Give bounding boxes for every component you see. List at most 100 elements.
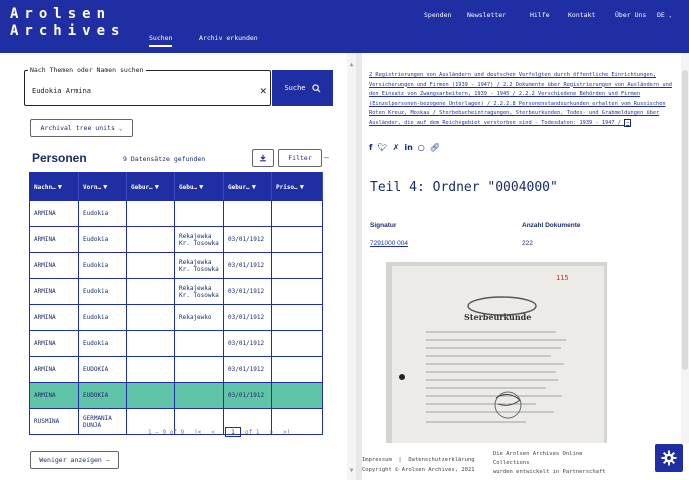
link-icon[interactable]: 🔗︎: [430, 143, 440, 152]
copyright-text: Copyright © Arolsen Archives, 2021: [362, 467, 475, 473]
copy-icon[interactable]: −: [624, 118, 632, 127]
table-cell: Rekajewka Kr. Tosowka: [174, 252, 224, 279]
table-header-row: Nachn… ▼ Vorn… ▼ Gebur… ▼ Gebu… ▼ Gebur… ▼ Pr…: [29, 172, 323, 201]
arolsen-logo[interactable]: Arolsen Archives: [10, 6, 125, 40]
linkedin-icon[interactable]: in: [404, 143, 412, 152]
search-input[interactable]: Eudokia Armina: [32, 87, 91, 95]
panel-divider[interactable]: [356, 53, 362, 480]
table-cell: ARMINA: [29, 382, 79, 409]
collapse-filter-icon[interactable]: —: [324, 153, 329, 162]
table-cell: ARMINA: [29, 200, 79, 227]
impressum-link[interactable]: Impressum: [362, 457, 392, 463]
settings-button[interactable]: [655, 444, 683, 472]
table-row[interactable]: ARMINA Eudokia Rekajewka Kr. Tosowka 03/01/…: [29, 252, 323, 279]
search-button-label: Suche: [284, 84, 306, 92]
table-cell: [126, 330, 175, 357]
first-page-icon[interactable]: |<: [194, 429, 201, 436]
table-cell: [126, 200, 175, 227]
column-header-prisoner-number[interactable]: Priso… ▼: [271, 172, 323, 201]
table-cell: Rekajewka Kr. Tosowka: [174, 278, 224, 305]
language-selector[interactable]: DE ⌄: [657, 11, 672, 19]
tab-archiv-erkunden[interactable]: Archiv erkunden: [199, 34, 258, 42]
table-cell: 03/01/1912: [223, 382, 272, 409]
table-cell: [271, 382, 323, 409]
table-cell: GERMANIA DUNJA: [78, 408, 127, 435]
last-page-icon[interactable]: >|: [283, 429, 290, 436]
column-header-vorname[interactable]: Vorn… ▼: [78, 172, 127, 201]
search-button[interactable]: Suche: [272, 70, 333, 106]
scroll-up-icon[interactable]: ▲: [347, 60, 356, 69]
table-row[interactable]: ARMINA Eudokia 03/01/1912: [29, 330, 323, 357]
table-cell: ARMINA: [29, 330, 79, 357]
column-header-geburtsname[interactable]: Gebur… ▼: [126, 172, 175, 201]
table-cell: [271, 278, 323, 305]
page-of-text: of 1: [244, 428, 260, 436]
chevron-down-icon: ⌄: [118, 124, 123, 132]
datenschutz-link[interactable]: Datenschutzerklärung: [408, 457, 474, 463]
column-header-nachname[interactable]: Nachn… ▼: [29, 172, 79, 201]
footer-right-line: wurden entwickelt in Partnerschaft: [493, 469, 606, 475]
filter-icon: ▼: [251, 182, 256, 191]
table-cell: [223, 200, 272, 227]
download-button[interactable]: [252, 149, 274, 167]
filter-icon: ▼: [57, 182, 62, 191]
nav-spenden[interactable]: Spenden: [424, 11, 451, 19]
prev-page-icon[interactable]: <: [211, 429, 215, 436]
page-number-input[interactable]: 1: [224, 427, 241, 437]
table-cell: ARMINA: [29, 252, 79, 279]
table-cell: Eudokia: [78, 200, 127, 227]
footer-right: Die Arolsen Archives Online Collections …: [493, 450, 606, 477]
table-cell: [174, 356, 224, 383]
search-legend: Nach Themen oder Namen suchen: [28, 66, 146, 74]
table-cell: [126, 382, 175, 409]
table-row[interactable]: ARMINA Eudokia Rekajewka Kr. Tosowka 03/01/…: [29, 278, 323, 305]
table-row[interactable]: ARMINA Eudokia Rekajewko 03/01/1912: [29, 304, 323, 331]
table-cell: 03/01/1912: [223, 226, 272, 253]
table-cell: [126, 226, 175, 253]
table-cell: Rekajewka Kr. Tosowka: [174, 226, 224, 253]
nav-kontakt[interactable]: Kontakt: [568, 11, 595, 19]
left-scrollbar[interactable]: [347, 53, 356, 480]
table-cell: 03/01/1912: [223, 278, 272, 305]
nav-newsletter[interactable]: Newsletter: [467, 11, 506, 19]
nav-ueber-uns[interactable]: Über Uns: [615, 11, 646, 19]
column-header-geburtsort[interactable]: Gebu… ▼: [174, 172, 224, 201]
table-cell: 03/01/1912: [223, 252, 272, 279]
show-less-button[interactable]: Weniger anzeigen —: [30, 451, 119, 469]
show-less-label: Weniger anzeigen: [39, 456, 102, 464]
filter-button[interactable]: Filter: [278, 149, 322, 167]
footer-left: Impressum | Datenschutzerklärung Copyrig…: [362, 457, 475, 473]
table-cell: ARMINA: [29, 278, 79, 305]
logo-line-1: Arolsen: [10, 6, 112, 22]
close-icon[interactable]: ✕: [260, 84, 267, 97]
document-scan-image[interactable]: 115 Sterbeurkunde: [386, 262, 607, 447]
persons-title: Personen: [32, 151, 87, 165]
table-row[interactable]: ARMINA Eudokia Rekajewka Kr. Tosowka 03/01/…: [29, 226, 323, 253]
signatur-link[interactable]: 7291000 004: [370, 240, 408, 247]
column-header-geburtsdatum[interactable]: Gebur… ▼: [223, 172, 272, 201]
next-page-icon[interactable]: >: [269, 429, 273, 436]
table-cell: [271, 226, 323, 253]
share-bar: f 🐦︎ ✗ in ○ 🔗︎: [369, 143, 440, 152]
table-row[interactable]: ARMINA Eudokia: [29, 200, 323, 227]
facebook-icon[interactable]: f: [369, 143, 372, 152]
table-cell: [126, 252, 175, 279]
download-icon: [260, 154, 266, 162]
table-cell: ARMINA: [29, 304, 79, 331]
tab-suchen[interactable]: Suchen: [149, 34, 173, 47]
table-cell: [271, 304, 323, 331]
filter-icon: ▼: [199, 182, 204, 191]
whatsapp-icon[interactable]: ○: [418, 143, 425, 152]
table-row[interactable]: ARMINA EUDOKIA 03/01/1912: [29, 356, 323, 383]
nav-hilfe[interactable]: Hilfe: [530, 11, 550, 19]
filter-icon: ▼: [154, 182, 159, 191]
archival-tree-units-button[interactable]: Archival tree units ⌄: [30, 119, 133, 137]
twitter-icon[interactable]: 🐦︎: [377, 143, 387, 152]
scroll-down-icon[interactable]: ▼: [347, 466, 356, 475]
table-cell: ARMINA: [29, 356, 79, 383]
table-cell: [126, 356, 175, 383]
footer-right-line: Die Arolsen Archives Online: [493, 451, 583, 457]
table-cell: RUSMINA: [29, 408, 79, 435]
xing-icon[interactable]: ✗: [393, 143, 400, 152]
table-row[interactable]: ARMINA EUDOKIA 03/01/1912: [29, 382, 323, 409]
